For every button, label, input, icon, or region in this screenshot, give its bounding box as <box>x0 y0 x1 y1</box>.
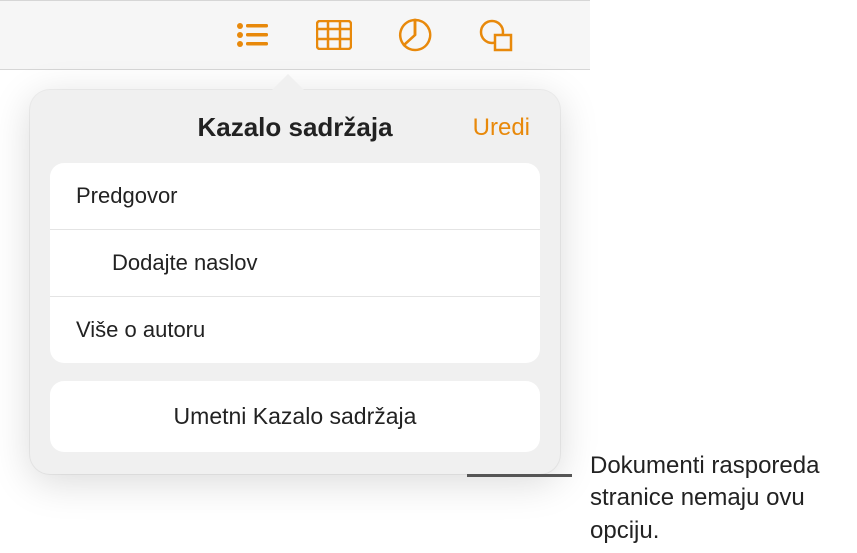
toc-list: Predgovor Dodajte naslov Više o autoru <box>50 163 540 363</box>
chart-icon[interactable] <box>397 17 433 53</box>
callout-text: Dokumenti rasporeda stranice nemaju ovu … <box>590 450 850 547</box>
toc-popover: Kazalo sadržaja Uredi Predgovor Dodajte … <box>30 90 560 474</box>
toc-item[interactable]: Predgovor <box>50 163 540 230</box>
toolbar <box>0 0 590 70</box>
shape-icon[interactable] <box>478 17 514 53</box>
toc-item[interactable]: Više o autoru <box>50 297 540 363</box>
callout-line <box>467 474 572 477</box>
edit-button[interactable]: Uredi <box>473 114 530 142</box>
list-icon[interactable] <box>235 17 271 53</box>
popover-title: Kazalo sadržaja <box>197 112 392 143</box>
popover-header: Kazalo sadržaja Uredi <box>30 90 560 163</box>
toc-item[interactable]: Dodajte naslov <box>50 230 540 297</box>
insert-toc-button[interactable]: Umetni Kazalo sadržaja <box>50 381 540 452</box>
table-icon[interactable] <box>316 17 352 53</box>
